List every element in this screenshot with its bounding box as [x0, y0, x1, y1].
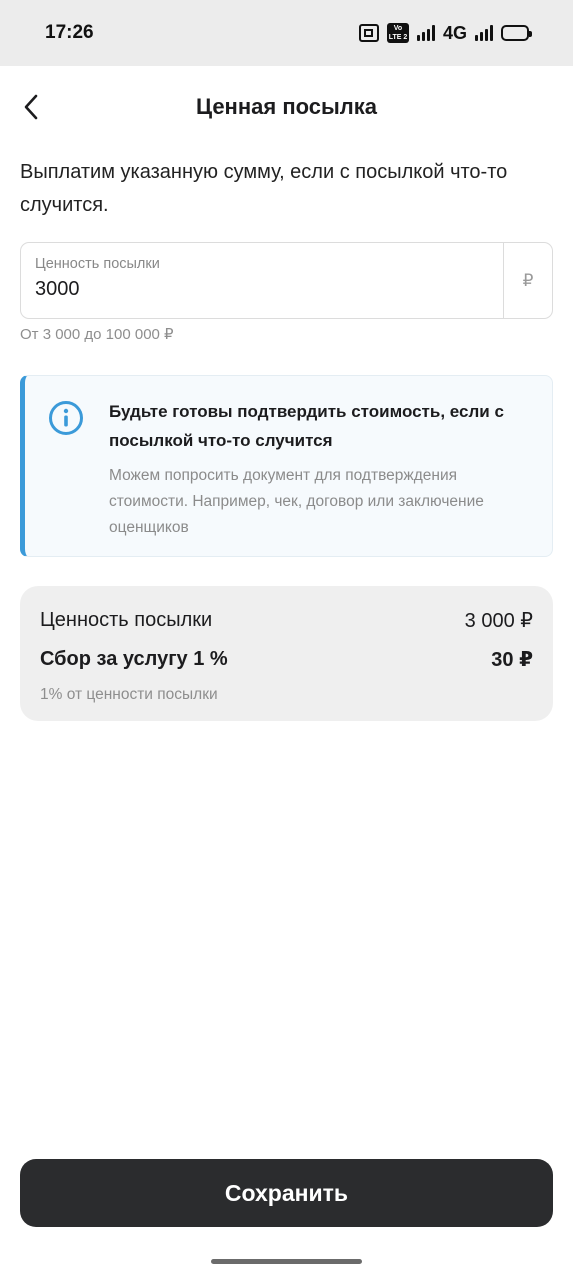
status-time: 17:26 [45, 22, 94, 43]
nfc-icon [358, 24, 379, 42]
parcel-value-field[interactable]: Ценность посылки ₽ [20, 242, 553, 319]
home-indicator[interactable] [211, 1259, 362, 1264]
network-type: 4G [442, 22, 467, 43]
summary-fee-note: 1% от ценности посылки [40, 686, 218, 703]
parcel-value-input[interactable] [35, 278, 489, 301]
battery-icon [501, 25, 532, 41]
parcel-value-field-main[interactable]: Ценность посылки [21, 243, 503, 318]
info-icon [49, 401, 83, 435]
summary-fee-label: Сбор за услугу 1 % [40, 648, 228, 670]
info-text: Можем попросить документ для подтвержден… [109, 467, 484, 536]
summary-value-amount: 3 000 ₽ [464, 610, 533, 632]
status-icons: Vo LTE 2 4G [358, 22, 532, 44]
header: Ценная посылка [0, 80, 573, 134]
signal-1-icon [416, 25, 435, 41]
summary-row-value: Ценность посылки 3 000 ₽ [40, 608, 533, 633]
status-bar: 17:26 Vo LTE 2 4G [0, 0, 573, 66]
summary-card: Ценность посылки 3 000 ₽ Сбор за услугу … [20, 586, 553, 721]
description-text: Выплатим указанную сумму, если с посылко… [20, 161, 508, 216]
summary-row-fee: Сбор за услугу 1 % 30 ₽ [40, 647, 533, 672]
parcel-value-hint: От 3 000 до 100 000 ₽ [20, 326, 174, 343]
volte-icon: Vo LTE 2 [386, 23, 409, 43]
ruble-icon: ₽ [503, 243, 552, 318]
page-title: Ценная посылка [195, 94, 378, 119]
summary-fee-amount: 30 ₽ [491, 649, 533, 671]
parcel-value-label: Ценность посылки [35, 256, 160, 272]
info-box: Будьте готовы подтвердить стоимость, есл… [20, 375, 553, 557]
signal-2-icon [475, 25, 493, 41]
summary-value-label: Ценность посылки [40, 609, 213, 631]
info-title: Будьте готовы подтвердить стоимость, есл… [109, 402, 504, 450]
save-button[interactable]: Сохранить [20, 1159, 553, 1227]
